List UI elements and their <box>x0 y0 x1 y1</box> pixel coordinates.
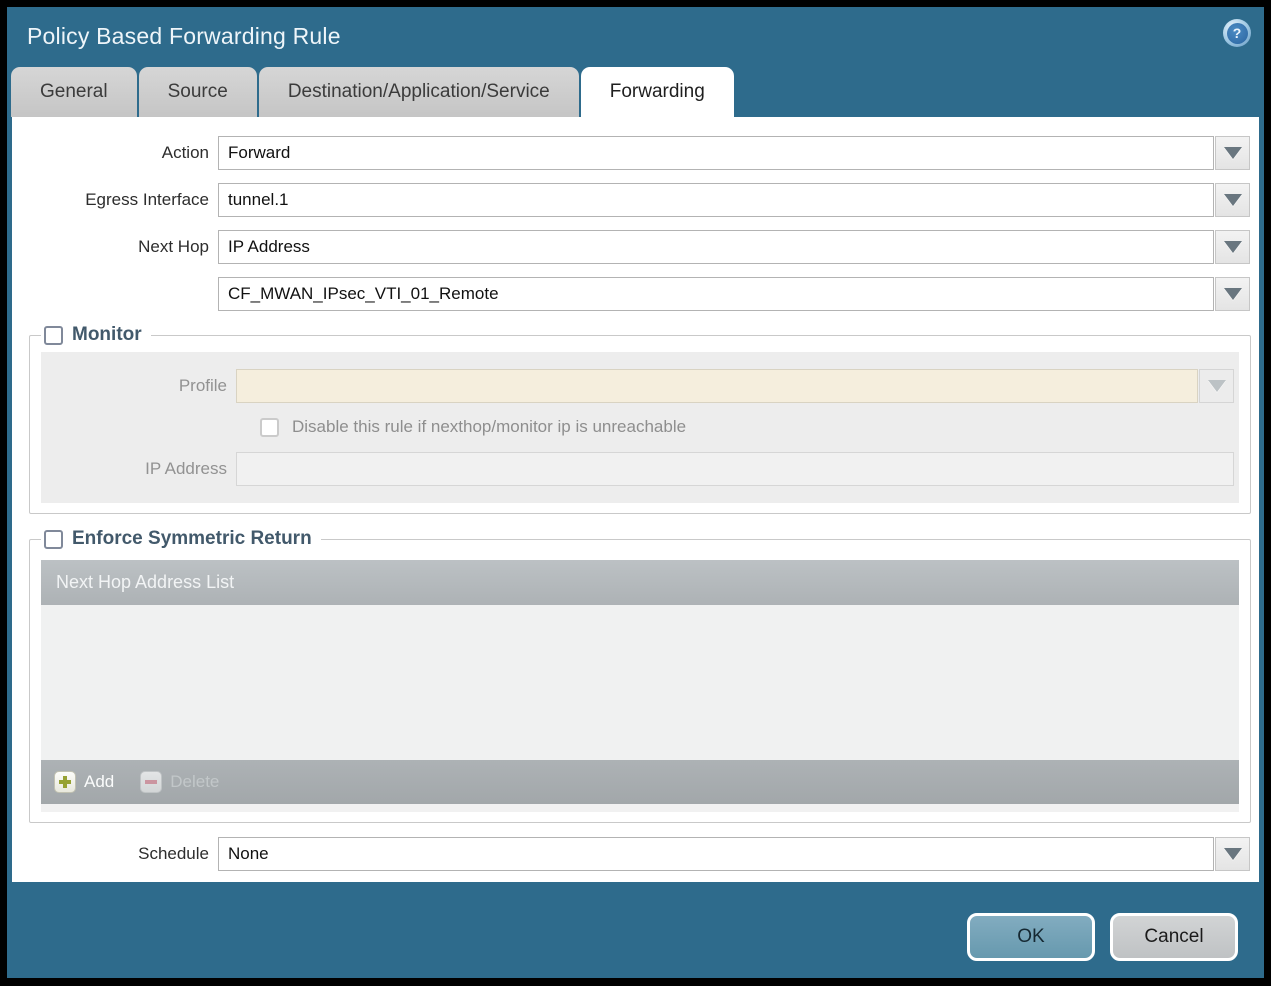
next-hop-address-dropdown-button[interactable] <box>1215 277 1250 311</box>
monitor-checkbox[interactable] <box>44 325 63 345</box>
symmetric-return-section: Enforce Symmetric Return Next Hop Addres… <box>29 528 1251 823</box>
disable-rule-row: Disable this rule if nexthop/monitor ip … <box>260 417 1239 437</box>
monitor-ip-address-label: IP Address <box>145 459 227 478</box>
action-dropdown-button[interactable] <box>1215 136 1250 170</box>
table-header: Next Hop Address List <box>41 560 1239 605</box>
minus-icon <box>140 771 163 793</box>
symmetric-return-checkbox[interactable] <box>44 529 63 549</box>
egress-interface-dropdown-button[interactable] <box>1215 183 1250 217</box>
tab-general[interactable]: General <box>11 67 137 117</box>
table-toolbar: Add Delete <box>41 760 1239 804</box>
add-button-label: Add <box>84 772 115 791</box>
schedule-dropdown-button[interactable] <box>1215 837 1250 871</box>
tab-forwarding[interactable]: Forwarding <box>580 67 734 117</box>
disable-rule-label: Disable this rule if nexthop/monitor ip … <box>292 417 687 436</box>
help-icon[interactable]: ? <box>1223 19 1251 47</box>
next-hop-type-dropdown-button[interactable] <box>1215 230 1250 264</box>
chevron-down-icon <box>1223 194 1242 206</box>
chevron-down-icon <box>1207 380 1226 392</box>
next-hop-row: Next Hop <box>12 230 1250 264</box>
monitor-panel: Profile Disable this rule if nexthop/mon… <box>41 352 1239 503</box>
schedule-field[interactable] <box>218 837 1214 871</box>
next-hop-address-list-table: Next Hop Address List Add Delete <box>41 560 1239 812</box>
monitor-legend: Monitor <box>41 324 151 346</box>
profile-field <box>236 369 1198 403</box>
next-hop-type-field[interactable] <box>218 230 1214 264</box>
monitor-ip-address-row: IP Address <box>41 452 1234 486</box>
chevron-down-icon <box>1223 848 1242 860</box>
tab-label: Forwarding <box>609 81 705 102</box>
schedule-label: Schedule <box>138 844 209 863</box>
egress-interface-row: Egress Interface <box>12 183 1250 217</box>
forwarding-tab-panel: Action Egress Interface Next Hop <box>12 117 1259 882</box>
delete-button-label: Delete <box>170 772 220 791</box>
action-field[interactable] <box>218 136 1214 170</box>
delete-button: Delete <box>140 771 219 793</box>
monitor-ip-address-field <box>236 452 1234 486</box>
action-row: Action <box>12 136 1250 170</box>
tab-label: Source <box>167 81 228 102</box>
egress-interface-label: Egress Interface <box>85 190 209 209</box>
monitor-section: Monitor Profile Disable this rule if nex… <box>29 324 1251 514</box>
table-bottom-strip <box>41 804 1239 812</box>
dialog-title: Policy Based Forwarding Rule <box>27 22 341 49</box>
tab-label: General <box>40 81 108 102</box>
disable-rule-checkbox <box>260 417 279 437</box>
chevron-down-icon <box>1223 147 1242 159</box>
egress-interface-field[interactable] <box>218 183 1214 217</box>
profile-label: Profile <box>178 376 227 395</box>
profile-row: Profile <box>41 369 1234 403</box>
tab-source[interactable]: Source <box>138 67 257 117</box>
plus-icon <box>54 771 76 793</box>
schedule-row: Schedule <box>12 837 1250 871</box>
cancel-button[interactable]: Cancel <box>1110 913 1238 961</box>
tab-bar: General Source Destination/Application/S… <box>7 59 1264 117</box>
table-body-empty <box>41 605 1239 760</box>
question-mark-glyph: ? <box>1226 22 1248 44</box>
next-hop-address-field[interactable] <box>218 277 1214 311</box>
dialog-footer: OK Cancel <box>7 882 1264 978</box>
next-hop-label: Next Hop <box>138 237 209 256</box>
next-hop-address-row <box>12 277 1250 311</box>
title-bar: Policy Based Forwarding Rule ? <box>7 7 1264 59</box>
ok-button[interactable]: OK <box>967 913 1095 961</box>
table-header-label: Next Hop Address List <box>56 572 235 592</box>
tab-destination-application-service[interactable]: Destination/Application/Service <box>258 67 579 117</box>
symmetric-return-section-title: Enforce Symmetric Return <box>72 528 312 549</box>
action-label: Action <box>161 143 209 162</box>
chevron-down-icon <box>1223 288 1242 300</box>
monitor-section-title: Monitor <box>72 324 142 345</box>
profile-dropdown-button <box>1199 369 1234 403</box>
symmetric-return-legend: Enforce Symmetric Return <box>41 528 321 550</box>
policy-based-forwarding-dialog: Policy Based Forwarding Rule ? General S… <box>7 7 1264 978</box>
tab-label: Destination/Application/Service <box>287 81 550 102</box>
chevron-down-icon <box>1223 241 1242 253</box>
add-button[interactable]: Add <box>54 771 114 793</box>
